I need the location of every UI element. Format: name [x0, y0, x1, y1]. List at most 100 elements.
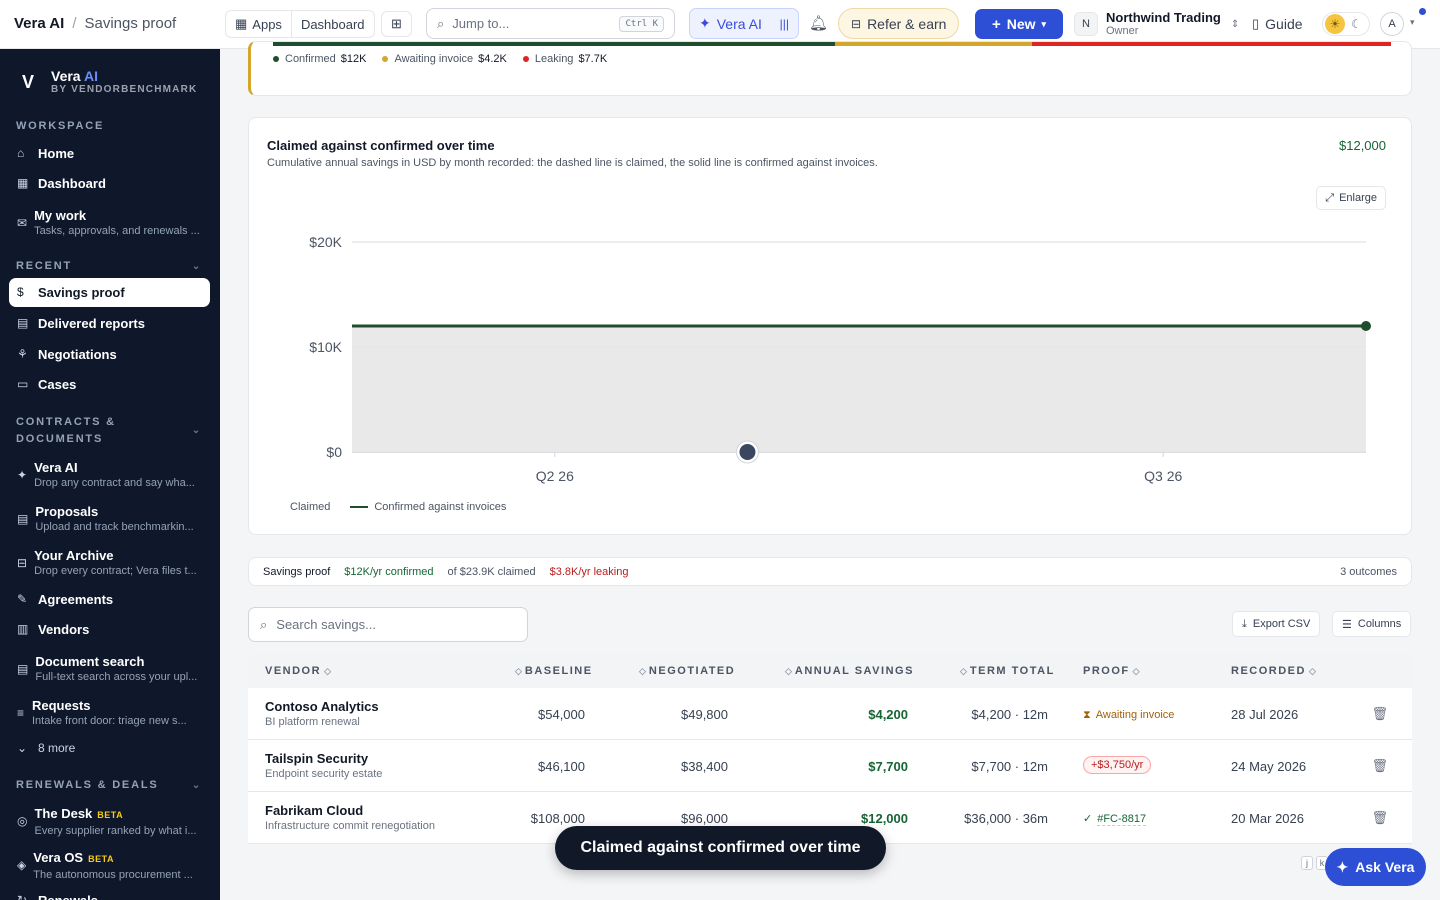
savings-search-placeholder: Search savings...: [276, 617, 376, 632]
status-card: Confirmed $12K Awaiting invoice $4.2K Le…: [248, 41, 1412, 96]
sidebar-item-vendors[interactable]: ▥ Vendors: [9, 621, 210, 638]
sidebar-item-savings-proof[interactable]: $ Savings proof: [9, 278, 210, 307]
header-negotiated[interactable]: ◇ NEGOTIATED: [636, 665, 735, 677]
sidebar-item-delivered-reports[interactable]: ▤ Delivered reports: [9, 315, 210, 332]
sidebar-item-dashboard[interactable]: ▦ Dashboard: [9, 175, 210, 192]
header-recorded-label: RECORDED: [1231, 665, 1306, 677]
header-vendor[interactable]: VENDOR ◇: [265, 665, 334, 677]
guide-button[interactable]: ▯ Guide: [1252, 16, 1303, 32]
folder-icon: ▭: [17, 377, 29, 391]
trash-icon[interactable]: 🗑︎: [1371, 810, 1388, 826]
x-tick-label: Q3 26: [1144, 468, 1182, 484]
layout-grid-icon: ⊞: [391, 16, 402, 31]
sidebar-item-requests[interactable]: ≡ Requests Intake front door: triage new s…: [9, 697, 210, 728]
dashboard-icon: ▦: [17, 176, 29, 190]
savings-search-input[interactable]: ⌕ Search savings...: [248, 607, 528, 642]
beta-badge: BETA: [97, 810, 124, 820]
summary-confirmed: $12K/yr confirmed: [344, 565, 434, 578]
section-recent[interactable]: RECENT ⌄: [16, 258, 202, 275]
sidebar-item-my-work[interactable]: ✉ My work Tasks, approvals, and renewals .…: [9, 207, 210, 238]
table-row[interactable]: Contoso Analytics BI platform renewal $54…: [248, 688, 1412, 740]
theme-toggle[interactable]: ☀ ☾: [1322, 12, 1370, 36]
legend-claimed[interactable]: Claimed: [290, 501, 330, 513]
vendor-name[interactable]: Contoso Analytics: [265, 699, 379, 715]
gift-icon: ⊟: [851, 16, 862, 31]
y-tick-label: $0: [326, 444, 342, 460]
sidebar-item-renewals[interactable]: ↻ Renewals: [9, 892, 210, 900]
brand-name[interactable]: Vera AI: [14, 15, 64, 32]
sidebar-item-vera-os[interactable]: ◈ Vera OS BETA The autonomous procurement .…: [9, 849, 210, 882]
vendor-name[interactable]: Fabrikam Cloud: [265, 803, 435, 819]
bell-icon[interactable]: 🔔︎: [809, 14, 828, 32]
table-row[interactable]: Tailspin Security Endpoint security estat…: [248, 740, 1412, 792]
leak-badge[interactable]: +$3,750/yr: [1083, 756, 1152, 774]
bar-confirmed: [273, 42, 836, 46]
chart-card: Claimed against confirmed over time Cumu…: [248, 117, 1412, 535]
status-legend: Confirmed $12K Awaiting invoice $4.2K Le…: [273, 53, 623, 65]
sparkle-icon: ✦: [1336, 858, 1349, 875]
guide-label: Guide: [1265, 16, 1303, 32]
awaiting-dot: [382, 56, 389, 62]
jump-search[interactable]: ⌕ Jump to... Ctrl K: [426, 8, 675, 39]
sidebar-item-label: Home: [38, 146, 75, 161]
hourglass-icon: ⧗: [1083, 709, 1091, 721]
sidebar-item-label: Your Archive: [34, 548, 114, 563]
user-menu-chevron-icon[interactable]: ▾: [1410, 17, 1415, 28]
dashboard-button[interactable]: Dashboard: [290, 11, 374, 37]
sidebar-item-negotiations[interactable]: ⚘ Negotiations: [9, 346, 210, 363]
trash-icon[interactable]: 🗑︎: [1371, 706, 1388, 722]
confirmed-dot: [273, 56, 279, 62]
moon-icon[interactable]: ☾: [1351, 17, 1362, 31]
vendor-sub: BI platform renewal: [265, 716, 360, 728]
archive-icon: ⊟: [17, 556, 28, 570]
recorded-date: 20 Mar 2026: [1231, 811, 1304, 826]
header-savings-label: ANNUAL SAVINGS: [794, 665, 914, 677]
header-term-total[interactable]: ◇ TERM TOTAL: [957, 665, 1055, 677]
sidebar-item-label: Document search: [35, 654, 145, 669]
invoice-link[interactable]: #FC-8817: [1097, 813, 1147, 826]
sidebar-item-more[interactable]: ⌄ 8 more: [9, 740, 210, 757]
layout-button[interactable]: ⊞: [381, 11, 412, 37]
org-switcher[interactable]: N Northwind Trading Owner ⇕: [1074, 10, 1239, 38]
sidebar-item-archive[interactable]: ⊟ Your Archive Drop every contract; Vera f…: [9, 547, 210, 578]
sidebar-item-document-search[interactable]: ▤ Document search Full-text search across …: [9, 653, 210, 684]
section-renewals[interactable]: RENEWALS & DEALS ⌄: [16, 777, 202, 794]
sidebar-item-cases[interactable]: ▭ Cases: [9, 376, 210, 393]
header-baseline[interactable]: ◇ BASELINE: [512, 665, 593, 677]
sidebar-item-vera-ai[interactable]: ✦ Vera AI Drop any contract and say wha...: [9, 459, 210, 490]
sidebar-item-label: Requests: [32, 698, 91, 713]
new-button[interactable]: + New ▾: [975, 9, 1063, 39]
sidebar-item-proposals[interactable]: ▤ Proposals Upload and track benchmarkin..…: [9, 503, 210, 534]
sort-icon: ◇: [515, 666, 522, 676]
apps-button[interactable]: ▦ Apps: [226, 11, 291, 37]
export-csv-button[interactable]: ⤓ Export CSV: [1232, 611, 1321, 637]
vendor-name[interactable]: Tailspin Security: [265, 751, 382, 767]
vera-ai-button[interactable]: ✦ Vera AI |||: [689, 8, 799, 39]
sidebar-item-home[interactable]: ⌂ Home: [9, 145, 210, 162]
ask-vera-button[interactable]: ✦ Ask Vera: [1325, 848, 1426, 886]
legend-confirmed[interactable]: Confirmed against invoices: [374, 501, 506, 513]
section-contracts[interactable]: CONTRACTS & DOCUMENTS ⌄: [16, 414, 202, 448]
section-recent-label: RECENT: [16, 260, 73, 272]
y-tick-label: $10K: [309, 339, 342, 355]
bar-awaiting: [835, 42, 1033, 46]
header-annual-savings[interactable]: ◇ ANNUAL SAVINGS: [782, 665, 914, 677]
columns-button[interactable]: ☰ Columns: [1332, 611, 1412, 637]
confirmed-label: Confirmed: [285, 53, 336, 65]
sidebar-item-agreements[interactable]: ✎ Agreements: [9, 591, 210, 608]
header-recorded[interactable]: RECORDED ◇: [1231, 665, 1319, 677]
jump-search-placeholder: Jump to...: [452, 16, 510, 31]
savings-line-chart[interactable]: $0 $10K $20K Q2 26 Q3 26: [249, 118, 1411, 488]
sun-icon[interactable]: ☀: [1325, 14, 1345, 34]
sidebar-item-the-desk[interactable]: ◎ The Desk BETA Every supplier ranked by wh…: [9, 805, 210, 838]
user-avatar[interactable]: A: [1380, 12, 1404, 36]
chevron-down-icon: ⌄: [191, 261, 202, 272]
sidebar-logo[interactable]: V Vera AI BY VENDORBENCHMARK: [17, 69, 197, 96]
sort-icon: ◇: [1308, 666, 1316, 676]
notification-dot: [1419, 8, 1426, 15]
trash-icon[interactable]: 🗑︎: [1371, 758, 1388, 774]
header-proof[interactable]: PROOF ◇: [1083, 665, 1143, 677]
hover-point: [739, 444, 756, 460]
grid-icon: ▦: [235, 16, 248, 31]
refer-earn-button[interactable]: ⊟ Refer & earn: [838, 8, 960, 39]
